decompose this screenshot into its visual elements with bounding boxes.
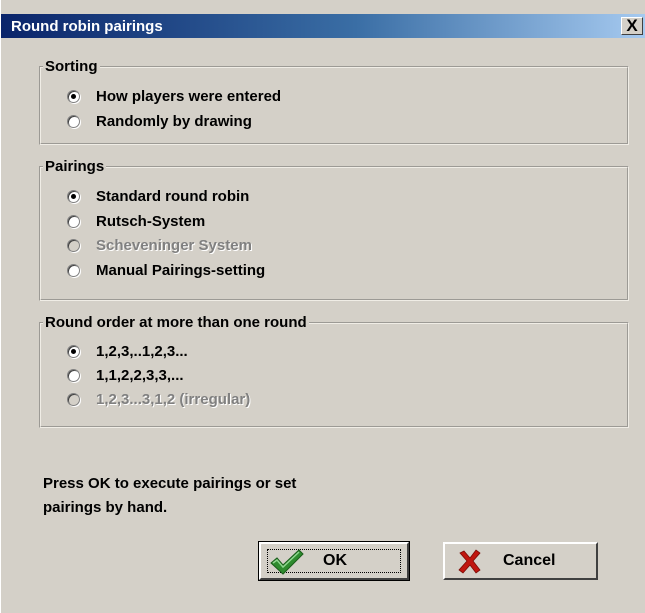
- info-text: Press OK to execute pairings or set pair…: [43, 472, 296, 520]
- sorting-option-entered[interactable]: How players were entered: [67, 85, 281, 107]
- checkmark-icon: [270, 549, 304, 575]
- round-order-option-doubled[interactable]: 1,1,2,2,3,3,...: [67, 364, 184, 386]
- radio-button[interactable]: [67, 344, 80, 358]
- radio-button[interactable]: [67, 368, 80, 382]
- info-line-1: Press OK to execute pairings or set: [43, 475, 297, 492]
- option-label: Scheveninger System: [96, 236, 252, 254]
- option-label: 1,1,2,2,3,3,...: [96, 366, 184, 384]
- radio-button[interactable]: [67, 89, 80, 103]
- radio-button[interactable]: [67, 189, 80, 203]
- option-label: Manual Pairings-setting: [96, 261, 266, 279]
- option-label: Randomly by drawing: [96, 112, 252, 130]
- pairings-option-rutsch[interactable]: Rutsch-System: [67, 210, 205, 232]
- sorting-group: Sorting How players were entered Randoml…: [39, 58, 629, 145]
- ok-button[interactable]: OK: [258, 541, 410, 581]
- window-title: Round robin pairings: [11, 18, 163, 35]
- radio-button: [67, 392, 80, 406]
- option-label: 1,2,3,..1,2,3...: [96, 342, 188, 360]
- pairings-legend: Pairings: [43, 158, 107, 175]
- pairings-group: Pairings Standard round robin Rutsch-Sys…: [39, 158, 629, 301]
- round-order-legend: Round order at more than one round: [43, 314, 309, 331]
- info-line-2: pairings by hand.: [43, 499, 168, 516]
- pairings-option-standard[interactable]: Standard round robin: [67, 185, 249, 207]
- radio-button: [67, 238, 80, 252]
- option-label: Standard round robin: [96, 187, 250, 205]
- sorting-option-random[interactable]: Randomly by drawing: [67, 110, 252, 132]
- dialog-window: Round robin pairings X Sorting How playe…: [0, 0, 645, 613]
- x-icon: [458, 549, 481, 574]
- radio-button[interactable]: [67, 214, 80, 228]
- round-order-group: Round order at more than one round 1,2,3…: [39, 314, 629, 428]
- radio-button[interactable]: [67, 263, 80, 277]
- cancel-label: Cancel: [503, 552, 556, 569]
- ok-label: OK: [323, 552, 347, 569]
- cancel-button[interactable]: Cancel: [443, 542, 598, 580]
- pairings-option-manual[interactable]: Manual Pairings-setting: [67, 259, 265, 281]
- close-button[interactable]: X: [621, 17, 643, 35]
- round-order-option-sequential[interactable]: 1,2,3,..1,2,3...: [67, 340, 188, 362]
- pairings-option-scheveninger: Scheveninger System: [67, 234, 252, 256]
- round-order-option-irregular: 1,2,3...3,1,2 (irregular): [67, 388, 250, 410]
- radio-button[interactable]: [67, 114, 80, 128]
- title-bar[interactable]: Round robin pairings X: [1, 14, 645, 38]
- option-label: 1,2,3...3,1,2 (irregular): [96, 390, 251, 408]
- option-label: How players were entered: [96, 87, 282, 105]
- option-label: Rutsch-System: [96, 212, 206, 230]
- sorting-legend: Sorting: [43, 58, 100, 75]
- close-icon: X: [626, 16, 638, 35]
